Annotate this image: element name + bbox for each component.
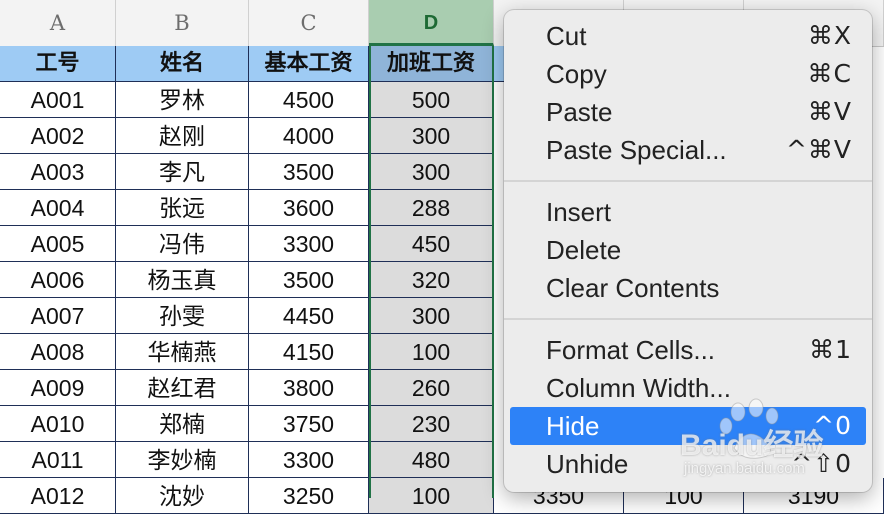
table-cell[interactable]: A012 (0, 478, 116, 514)
table-cell[interactable]: 罗林 (116, 82, 249, 118)
table-cell[interactable]: 288 (369, 190, 494, 226)
column-header-d[interactable]: D (369, 0, 494, 46)
header-cell[interactable]: 基本工资 (249, 46, 369, 82)
menu-item-cut[interactable]: Cut ⌘X (510, 17, 866, 55)
menu-item-label: Cut (546, 21, 587, 51)
table-cell[interactable]: 3300 (249, 226, 369, 262)
table-cell[interactable]: 3500 (249, 154, 369, 190)
table-cell[interactable]: A010 (0, 406, 116, 442)
menu-item-shortcut: ⌘1 (809, 335, 852, 364)
menu-item-shortcut: ⌘C (807, 59, 852, 88)
menu-item-clear-contents[interactable]: Clear Contents (510, 269, 866, 307)
menu-item-label: Paste Special... (546, 135, 727, 165)
table-cell[interactable]: 李凡 (116, 154, 249, 190)
menu-item-label: Hide (546, 411, 600, 441)
table-cell[interactable]: 320 (369, 262, 494, 298)
table-cell[interactable]: A007 (0, 298, 116, 334)
column-header-c[interactable]: C (249, 0, 369, 46)
column-header-b[interactable]: B (116, 0, 249, 46)
table-cell[interactable]: 100 (369, 478, 494, 514)
menu-item-label: Column Width... (546, 373, 731, 403)
menu-item-shortcut: ⌘X (807, 21, 852, 50)
table-cell[interactable]: A011 (0, 442, 116, 478)
menu-item-delete[interactable]: Delete (510, 231, 866, 269)
table-cell[interactable]: 300 (369, 298, 494, 334)
table-cell[interactable]: 赵刚 (116, 118, 249, 154)
table-cell[interactable]: 孙雯 (116, 298, 249, 334)
table-cell[interactable]: 4150 (249, 334, 369, 370)
menu-item-copy[interactable]: Copy ⌘C (510, 55, 866, 93)
menu-item-label: Clear Contents (546, 273, 720, 303)
table-cell[interactable]: 3750 (249, 406, 369, 442)
menu-item-hide[interactable]: Hide ^0 (510, 407, 866, 445)
header-cell[interactable]: 工号 (0, 46, 116, 82)
table-cell[interactable]: 100 (369, 334, 494, 370)
table-cell[interactable]: 4500 (249, 82, 369, 118)
menu-item-label: Copy (546, 59, 607, 89)
table-cell[interactable]: 230 (369, 406, 494, 442)
menu-item-label: Insert (546, 197, 612, 227)
menu-item-label: Paste (546, 97, 613, 127)
table-cell[interactable]: 300 (369, 118, 494, 154)
table-cell[interactable]: 4450 (249, 298, 369, 334)
table-cell[interactable]: 500 (369, 82, 494, 118)
header-cell[interactable]: 姓名 (116, 46, 249, 82)
menu-item-shortcut: ^⇧0 (791, 449, 852, 478)
table-cell[interactable]: A005 (0, 226, 116, 262)
menu-item-label: Delete (546, 235, 622, 265)
menu-item-shortcut: ⌘V (807, 97, 852, 126)
table-cell[interactable]: 沈妙 (116, 478, 249, 514)
table-cell[interactable]: 赵红君 (116, 370, 249, 406)
table-cell[interactable]: 480 (369, 442, 494, 478)
menu-separator (504, 318, 872, 320)
menu-item-label: Unhide (546, 449, 629, 479)
table-cell[interactable]: 3800 (249, 370, 369, 406)
menu-item-unhide[interactable]: Unhide ^⇧0 (510, 445, 866, 483)
menu-item-insert[interactable]: Insert (510, 193, 866, 231)
table-cell[interactable]: A002 (0, 118, 116, 154)
menu-item-shortcut: ^⌘V (785, 135, 852, 164)
menu-item-column-width[interactable]: Column Width... (510, 369, 866, 407)
table-cell[interactable]: A003 (0, 154, 116, 190)
menu-item-format-cells[interactable]: Format Cells... ⌘1 (510, 331, 866, 369)
table-cell[interactable]: 3300 (249, 442, 369, 478)
table-cell[interactable]: 3600 (249, 190, 369, 226)
menu-item-shortcut: ^0 (813, 411, 852, 440)
table-cell[interactable]: 300 (369, 154, 494, 190)
table-cell[interactable]: 郑楠 (116, 406, 249, 442)
table-cell[interactable]: A004 (0, 190, 116, 226)
table-cell[interactable]: 3250 (249, 478, 369, 514)
column-header-a[interactable]: A (0, 0, 116, 46)
table-cell[interactable]: 李妙楠 (116, 442, 249, 478)
table-cell[interactable]: 3500 (249, 262, 369, 298)
context-menu: Cut ⌘X Copy ⌘C Paste ⌘V Paste Special...… (504, 10, 872, 492)
table-cell[interactable]: A008 (0, 334, 116, 370)
table-cell[interactable]: A006 (0, 262, 116, 298)
table-cell[interactable]: 张远 (116, 190, 249, 226)
menu-separator (504, 180, 872, 182)
menu-item-paste-special[interactable]: Paste Special... ^⌘V (510, 131, 866, 169)
table-cell[interactable]: A009 (0, 370, 116, 406)
table-cell[interactable]: 4000 (249, 118, 369, 154)
table-cell[interactable]: 260 (369, 370, 494, 406)
table-cell[interactable]: 450 (369, 226, 494, 262)
table-cell[interactable]: 杨玉真 (116, 262, 249, 298)
table-cell[interactable]: A001 (0, 82, 116, 118)
menu-item-paste[interactable]: Paste ⌘V (510, 93, 866, 131)
table-cell[interactable]: 华楠燕 (116, 334, 249, 370)
table-cell[interactable]: 冯伟 (116, 226, 249, 262)
header-cell[interactable]: 加班工资 (369, 46, 494, 82)
menu-item-label: Format Cells... (546, 335, 716, 365)
